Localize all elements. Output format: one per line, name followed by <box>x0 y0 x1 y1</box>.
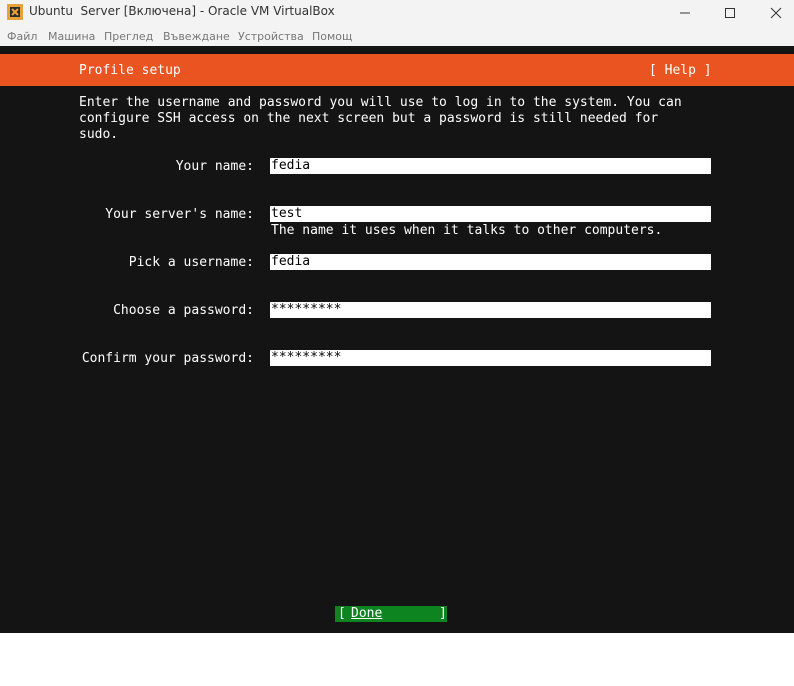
done-button[interactable]: [ Done ] <box>335 606 447 622</box>
intro-text: Enter the username and password you will… <box>79 95 682 143</box>
minimize-button[interactable] <box>662 0 708 25</box>
installer-header: Profile setup [ Help ] <box>0 54 794 86</box>
confirm-password-field[interactable]: ********* <box>270 350 711 366</box>
server-name-label: Your server's name: <box>105 207 254 222</box>
virtualbox-icon <box>7 4 23 20</box>
password-label: Choose a password: <box>113 303 254 318</box>
menu-view[interactable]: Преглед <box>104 30 153 43</box>
close-icon <box>770 7 782 18</box>
window-title: Ubuntu Server [Включена] - Oracle VM Vir… <box>29 4 335 18</box>
intro-line: configure SSH access on the next screen … <box>79 111 659 126</box>
page-title: Profile setup <box>79 63 181 78</box>
menu-help[interactable]: Помощ <box>312 30 352 43</box>
your-name-field[interactable]: fedia <box>270 158 711 174</box>
minimize-icon <box>680 12 690 13</box>
server-name-hint: The name it uses when it talks to other … <box>271 223 663 238</box>
maximize-icon <box>725 7 735 18</box>
close-button[interactable] <box>753 0 794 25</box>
menu-bar: Файл Машина Преглед Въвеждане Устройства… <box>0 25 794 46</box>
menu-devices[interactable]: Устройства <box>238 30 304 43</box>
intro-line: Enter the username and password you will… <box>79 95 682 110</box>
password-field[interactable]: ********* <box>270 302 711 318</box>
menu-file[interactable]: Файл <box>7 30 37 43</box>
vm-screen[interactable]: Profile setup [ Help ] Enter the usernam… <box>0 46 794 633</box>
done-bracket-right: ] <box>439 606 447 621</box>
window-titlebar: Ubuntu Server [Включена] - Oracle VM Vir… <box>0 0 794 25</box>
username-field[interactable]: fedia <box>270 254 711 270</box>
done-bracket-left: [ <box>338 606 346 621</box>
maximize-button[interactable] <box>707 0 753 25</box>
server-name-field[interactable]: test <box>270 206 711 222</box>
help-button[interactable]: [ Help ] <box>649 63 712 78</box>
your-name-label: Your name: <box>175 159 254 174</box>
confirm-password-label: Confirm your password: <box>81 351 254 366</box>
menu-machine[interactable]: Машина <box>48 30 95 43</box>
intro-line: sudo. <box>79 127 119 142</box>
done-button-label: Done <box>351 606 383 621</box>
menu-input[interactable]: Въвеждане <box>163 30 230 43</box>
username-label: Pick a username: <box>128 255 254 270</box>
